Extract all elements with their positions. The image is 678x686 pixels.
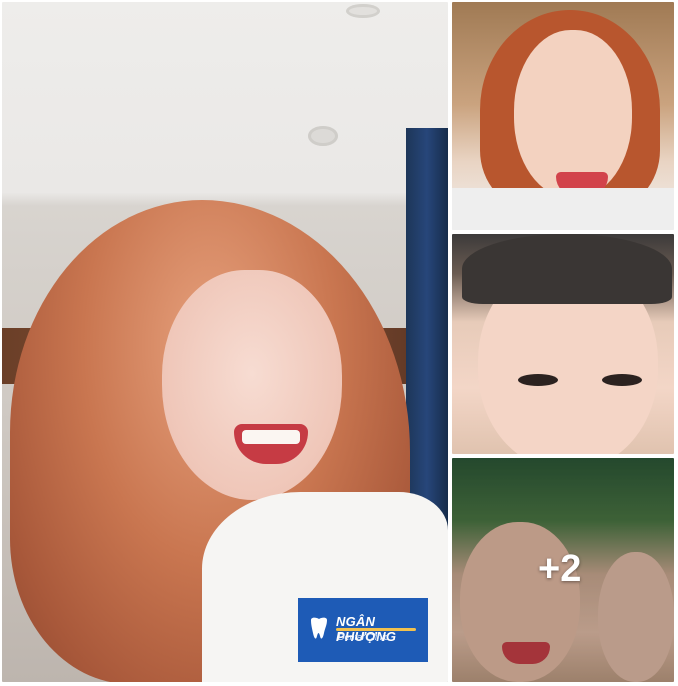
logo-swoosh: [336, 628, 416, 631]
clinic-logo: NGÂN PHƯỢNG Dental Clinic: [298, 598, 428, 662]
photo-thumb-3[interactable]: +2: [452, 458, 674, 682]
face: [162, 270, 342, 500]
ceiling-light: [308, 126, 338, 146]
logo-subtitle: Dental Clinic: [338, 632, 389, 642]
main-photo[interactable]: NGÂN PHƯỢNG Dental Clinic: [2, 2, 448, 682]
left-eye: [518, 374, 558, 386]
dental-bib: [452, 188, 674, 230]
hair: [462, 234, 672, 304]
tooth-icon: [311, 617, 327, 639]
ceiling-fixture: [346, 4, 380, 18]
teeth: [242, 430, 300, 444]
right-eye: [602, 374, 642, 386]
photo-thumb-2[interactable]: [452, 234, 674, 454]
more-photos-count[interactable]: +2: [538, 548, 581, 591]
photo-grid: NGÂN PHƯỢNG Dental Clinic +2: [0, 0, 678, 686]
photo-thumb-1[interactable]: [452, 2, 674, 230]
